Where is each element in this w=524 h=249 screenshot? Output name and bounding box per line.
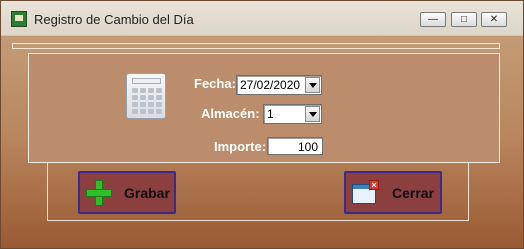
calculator-screen	[132, 78, 161, 84]
chevron-down-icon[interactable]	[305, 77, 320, 93]
top-divider	[12, 43, 500, 49]
importe-label: Importe:	[214, 139, 266, 154]
calculator-keys	[132, 88, 162, 115]
importe-input[interactable]: 100	[267, 137, 323, 155]
chevron-down-icon[interactable]	[305, 106, 320, 122]
grabar-button[interactable]: Grabar	[78, 171, 176, 214]
fecha-label: Fecha:	[194, 76, 236, 91]
importe-value: 100	[297, 140, 318, 154]
plus-icon	[86, 180, 112, 206]
almacen-label: Almacén:	[201, 106, 260, 121]
title-bar[interactable]: Registro de Cambio del Día — □ ✕	[1, 1, 523, 36]
almacen-value: 1	[267, 107, 274, 121]
close-button[interactable]: ✕	[481, 12, 507, 27]
calculator-icon	[126, 73, 166, 119]
fecha-date-picker[interactable]: 27/02/2020	[236, 75, 322, 95]
cerrar-label: Cerrar	[392, 185, 435, 201]
app-window: Registro de Cambio del Día — □ ✕ Fecha: …	[0, 0, 524, 249]
maximize-button[interactable]: □	[451, 12, 477, 27]
fecha-value: 27/02/2020	[240, 78, 301, 92]
exit-window-icon: ×	[352, 180, 380, 206]
close-icon: ×	[369, 180, 379, 190]
minimize-button[interactable]: —	[420, 12, 446, 27]
window-title: Registro de Cambio del Día	[34, 12, 194, 27]
almacen-select[interactable]: 1	[263, 104, 322, 124]
cerrar-button[interactable]: × Cerrar	[344, 171, 442, 214]
app-icon	[11, 11, 27, 27]
grabar-label: Grabar	[124, 185, 170, 201]
